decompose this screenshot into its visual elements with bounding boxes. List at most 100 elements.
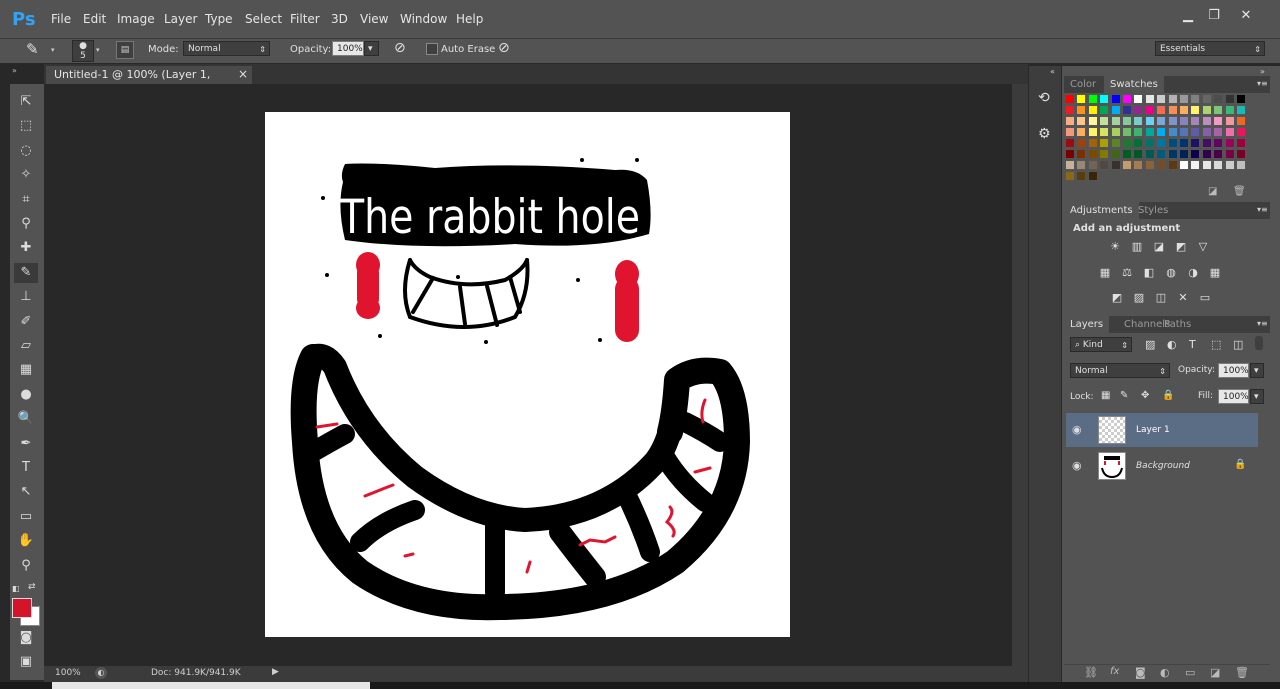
swatch[interactable] [1065,171,1075,181]
swatch[interactable] [1213,149,1224,159]
exposure-icon[interactable]: ◩ [1174,241,1188,253]
foreground-color-swatch[interactable] [12,598,32,618]
layer-row-background[interactable]: ◉ Background 🔒 [1066,449,1258,483]
swatch[interactable] [1144,149,1155,159]
swatch[interactable] [1087,149,1098,159]
swatch[interactable] [1236,149,1246,159]
color-balance-icon[interactable]: ⚖ [1120,267,1134,279]
gradient-tool-icon[interactable]: ▦ [14,360,38,380]
swatch[interactable] [1156,160,1167,170]
brightness-contrast-icon[interactable]: ☀ [1108,241,1122,253]
lock-pixels-icon[interactable]: ✎ [1120,390,1128,401]
filter-shape-icon[interactable]: ⬚ [1211,338,1221,351]
swatch[interactable] [1110,105,1121,115]
panel-menu-icon[interactable]: ▾≡ [1257,79,1268,88]
menu-help[interactable]: Help [456,12,483,26]
swatch[interactable] [1099,116,1110,126]
swatch[interactable] [1190,94,1201,104]
threshold-icon[interactable]: ◫ [1154,292,1168,304]
tab-layers[interactable]: Layers [1064,316,1110,333]
swatch[interactable] [1087,160,1098,170]
swatch[interactable] [1224,127,1235,137]
filter-pixel-icon[interactable]: ▨ [1145,338,1155,351]
swap-colors-icon[interactable]: ⇄ [28,582,36,592]
marquee-tool-icon[interactable]: ⬚ [14,116,38,136]
swatch[interactable] [1213,94,1224,104]
tab-styles[interactable]: Styles [1132,202,1174,219]
menu-file[interactable]: File [51,12,71,26]
swatch[interactable] [1224,160,1235,170]
swatch[interactable] [1122,105,1132,115]
swatch[interactable] [1099,160,1110,170]
status-info-icon[interactable]: ◐ [95,667,107,679]
quick-mask-icon[interactable]: ◙ [14,628,38,648]
properties-panel-icon[interactable]: ⚙ [1038,126,1051,142]
swatch[interactable] [1065,116,1075,126]
swatch[interactable] [1087,94,1098,104]
swatch[interactable] [1133,94,1144,104]
swatch[interactable] [1087,116,1098,126]
swatch[interactable] [1236,94,1246,104]
swatch[interactable] [1156,138,1167,148]
lock-all-icon[interactable]: 🔒 [1162,390,1174,401]
tab-paths[interactable]: Paths [1158,316,1197,333]
swatch[interactable] [1156,127,1167,137]
swatch[interactable] [1156,149,1167,159]
swatch[interactable] [1201,94,1212,104]
new-group-icon[interactable]: ▭ [1185,666,1195,679]
eyedropper-tool-icon[interactable]: ⚲ [14,214,38,234]
swatch[interactable] [1224,149,1235,159]
channel-mixer-icon[interactable]: ◑ [1186,267,1200,279]
swatch[interactable] [1201,160,1212,170]
layer-row-layer-1[interactable]: ◉ Layer 1 [1066,413,1258,447]
menu-view[interactable]: View [360,12,388,26]
swatch[interactable] [1087,105,1098,115]
panel-menu-icon[interactable]: ▾≡ [1257,319,1268,328]
vertical-scrollbar[interactable] [1012,84,1028,666]
swatch[interactable] [1110,149,1121,159]
move-tool-icon[interactable]: ⇱ [14,92,38,112]
menu-select[interactable]: Select [245,12,282,26]
dropdown-arrow-icon[interactable]: ▾ [51,46,55,54]
swatch[interactable] [1065,127,1075,137]
swatch[interactable] [1167,160,1178,170]
swatch[interactable] [1076,94,1087,104]
default-colors-icon[interactable]: ◧ [12,584,20,593]
swatch[interactable] [1167,116,1178,126]
swatch[interactable] [1133,116,1144,126]
add-mask-icon[interactable]: ◙ [1135,666,1146,679]
opacity-dropdown-button[interactable]: ▾ [364,41,379,56]
brush-panel-toggle-icon[interactable]: ▤ [116,41,134,59]
workspace-select[interactable]: Essentials ⇕ [1155,41,1265,56]
taskbar-window-thumb[interactable] [52,682,370,689]
swatch[interactable] [1201,138,1212,148]
swatch[interactable] [1110,116,1121,126]
layer-opacity-dropdown[interactable]: ▾ [1250,363,1264,378]
pressure-size-icon[interactable]: ⊘ [498,40,510,56]
swatch[interactable] [1236,116,1246,126]
swatch[interactable] [1179,127,1189,137]
swatch[interactable] [1065,138,1075,148]
swatch[interactable] [1224,94,1235,104]
layer-name[interactable]: Layer 1 [1136,425,1170,435]
swatch[interactable] [1213,138,1224,148]
selective-color-icon[interactable]: ✕ [1176,292,1190,304]
vibrance-icon[interactable]: ▽ [1196,241,1210,253]
quick-select-tool-icon[interactable]: ✧ [14,165,38,185]
swatch[interactable] [1144,116,1155,126]
new-adjustment-layer-icon[interactable]: ◐ [1160,666,1170,679]
status-menu-arrow-icon[interactable]: ▶ [272,667,279,677]
menu-layer[interactable]: Layer [164,12,197,26]
delete-layer-icon[interactable]: 🗑 [1235,666,1249,679]
mode-select[interactable]: Normal ⇕ [183,41,270,56]
swatch[interactable] [1167,94,1178,104]
tab-color[interactable]: Color [1064,76,1102,93]
swatch[interactable] [1110,138,1121,148]
swatch[interactable] [1190,105,1201,115]
swatch[interactable] [1133,138,1144,148]
layer-style-icon[interactable]: fx [1110,666,1119,677]
swatch[interactable] [1213,116,1224,126]
swatch[interactable] [1144,160,1155,170]
swatch[interactable] [1099,105,1110,115]
healing-tool-icon[interactable]: ✚ [14,238,38,258]
